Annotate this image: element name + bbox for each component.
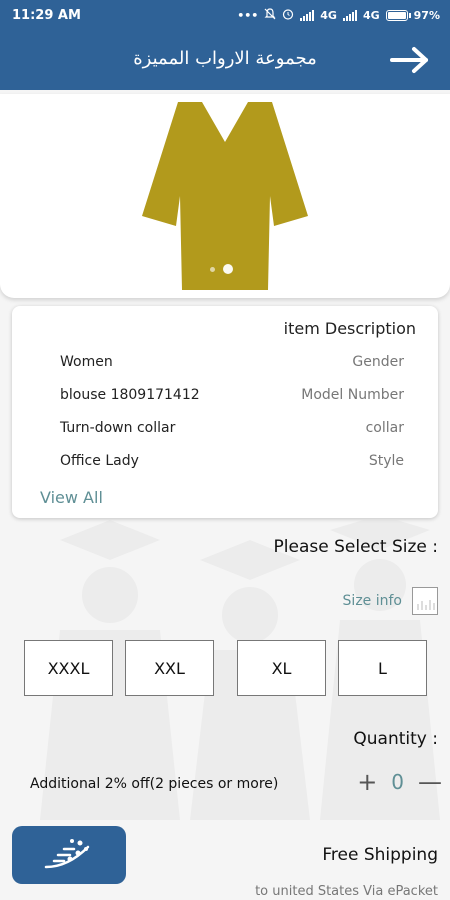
description-value: Office Lady <box>60 453 139 469</box>
description-row: Turn-down collar collar <box>60 420 404 442</box>
quantity-increase-button[interactable]: + <box>357 770 377 794</box>
shipping-button[interactable] <box>12 826 126 884</box>
description-title: item Description <box>283 319 416 338</box>
description-value: Women <box>60 354 113 370</box>
size-option-xxl[interactable]: XXL <box>125 640 214 696</box>
size-section-title: Please Select Size : <box>273 537 438 557</box>
fast-delivery-icon <box>44 839 90 869</box>
shipping-subtitle: to united States Via ePacket <box>255 884 438 899</box>
description-row: blouse 1809171412 Model Number <box>60 387 404 409</box>
description-label: Model Number <box>301 387 404 403</box>
carousel-dot-active[interactable] <box>223 264 233 274</box>
size-option-xl[interactable]: XL <box>237 640 326 696</box>
alarm-icon <box>282 8 294 23</box>
gown-icon <box>142 102 308 290</box>
size-option-l[interactable]: L <box>338 640 427 696</box>
description-label: Style <box>368 453 404 469</box>
page-title: مجموعة الارواب المميزة <box>133 48 317 69</box>
network-type-1: 4G <box>320 8 337 22</box>
network-type-2: 4G <box>362 8 380 22</box>
size-info-button[interactable]: Size info <box>343 587 438 615</box>
status-time: 11:29 AM <box>12 7 81 23</box>
status-icons: ••• 4G 4G 97% <box>237 7 440 23</box>
description-label: collar <box>365 420 404 436</box>
signal-icon <box>300 9 315 21</box>
dots-icon: ••• <box>237 8 259 22</box>
quantity-title: Quantity : <box>353 729 438 749</box>
size-info-label: Size info <box>342 593 402 609</box>
description-value: Turn-down collar <box>60 420 176 436</box>
quantity-stepper: + 0 — <box>357 770 442 794</box>
discount-note: Additional 2% off(2 pieces or more) <box>30 776 279 792</box>
item-description-card: item Description Women Gender blouse 180… <box>12 306 438 518</box>
mute-icon <box>264 7 276 23</box>
description-row: Office Lady Style <box>60 453 404 475</box>
signal-icon <box>342 9 357 21</box>
description-row: Women Gender <box>60 354 404 376</box>
carousel-dot[interactable] <box>210 266 215 272</box>
size-chart-icon <box>412 587 438 615</box>
free-shipping-title: Free Shipping <box>322 845 438 865</box>
battery-level: 97% <box>413 8 440 22</box>
view-all-link[interactable]: View All <box>40 488 103 507</box>
quantity-decrease-button[interactable]: — <box>418 770 442 794</box>
status-bar: 11:29 AM ••• 4G 4G 97% <box>0 0 450 30</box>
battery-icon <box>385 9 411 21</box>
app-bar: مجموعة الارواب المميزة <box>0 30 450 90</box>
description-value: blouse 1809171412 <box>60 387 200 403</box>
size-option-xxxl[interactable]: XXXL <box>24 640 113 696</box>
carousel-indicator <box>210 264 233 274</box>
arrow-right-icon[interactable] <box>390 45 430 75</box>
description-label: Gender <box>352 354 404 370</box>
quantity-value: 0 <box>391 770 404 794</box>
